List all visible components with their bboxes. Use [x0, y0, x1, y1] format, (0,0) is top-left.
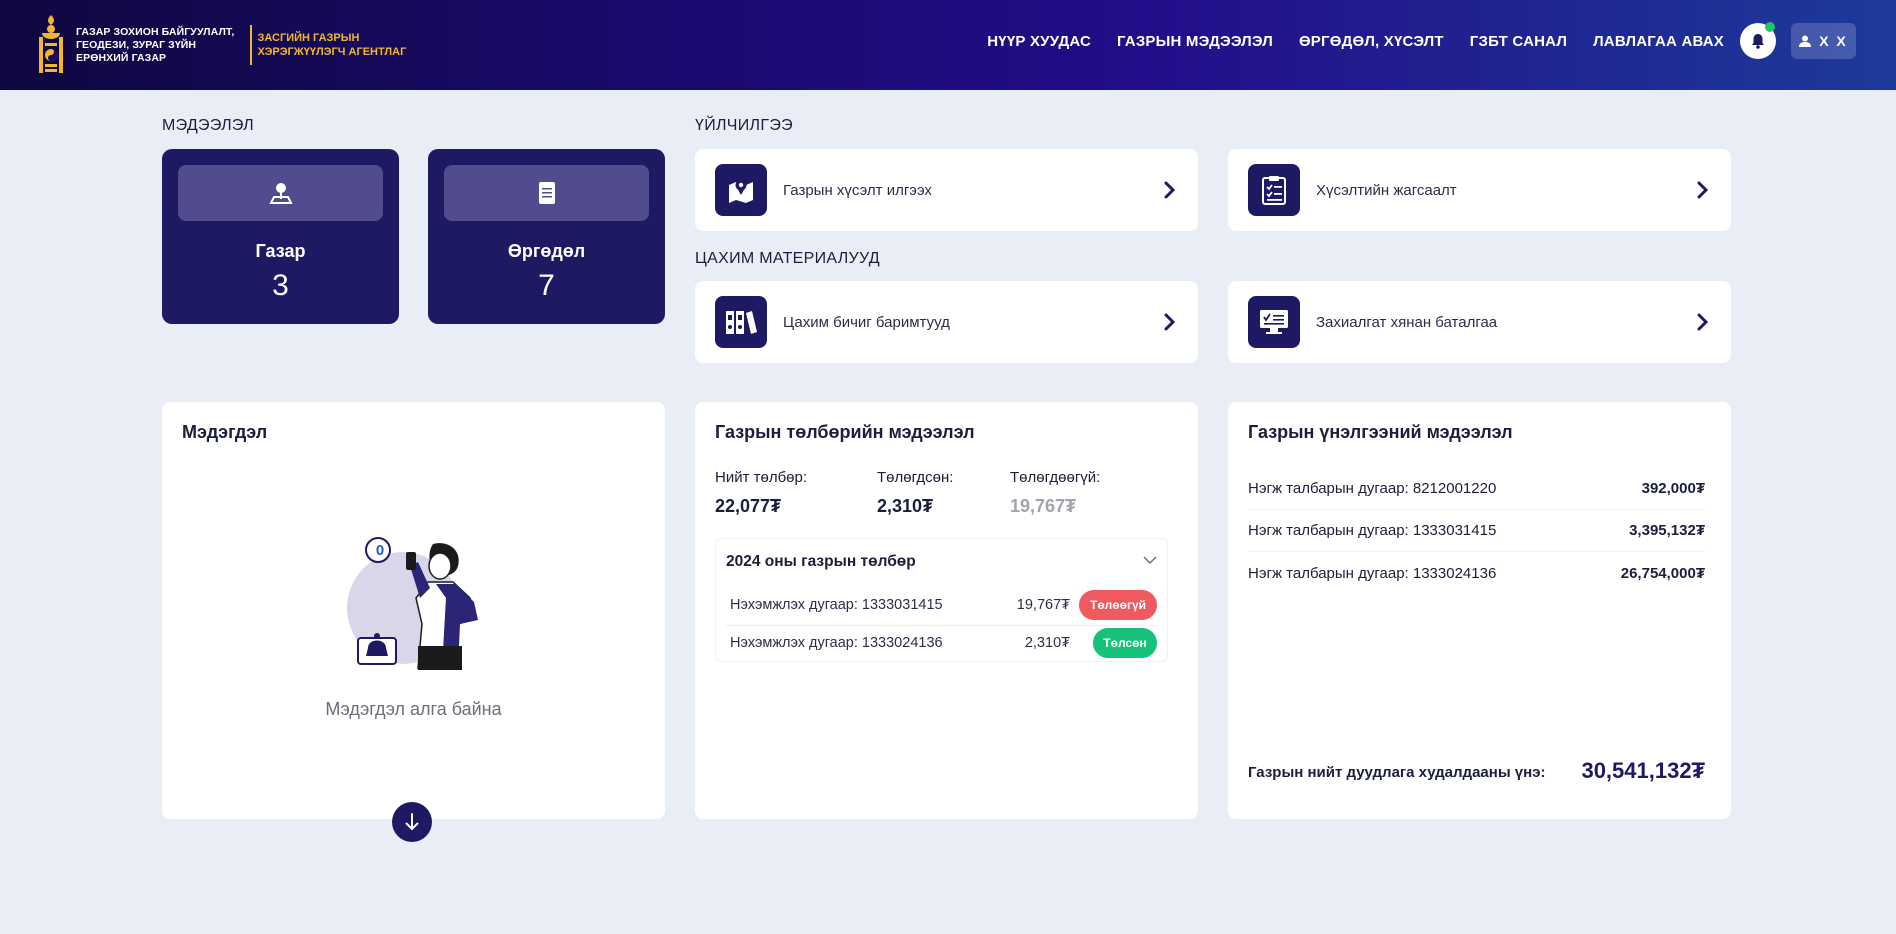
chevron-right-icon: [1164, 181, 1176, 199]
scroll-down-button[interactable]: [392, 802, 432, 842]
notices-title: Мэдэгдэл: [182, 422, 268, 442]
services-section-title: ҮЙЛЧИЛГЭЭ: [695, 117, 793, 134]
nav-proposal[interactable]: ГЗБТ САНАЛ: [1470, 33, 1567, 50]
application-card-value: 7: [538, 269, 555, 302]
payment-paid: Төлөгдсөн: 2,310₮: [877, 469, 953, 517]
service-label: Хүсэлтийн жагсаалт: [1316, 181, 1457, 199]
map-location-icon: [729, 179, 753, 203]
payment-unpaid-value: 19,767₮: [1010, 496, 1077, 516]
chevron-down-icon[interactable]: [1143, 555, 1157, 565]
valuation-row: Нэгж талбарын дугаар: 8212001220 392,000…: [1248, 468, 1705, 510]
arrow-down-icon: [405, 813, 419, 831]
land-count-card[interactable]: Газар 3: [162, 149, 399, 324]
parcel-number: Нэгж талбарын дугаар: 1333031415: [1248, 522, 1497, 539]
accordion-title[interactable]: 2024 оны газрын төлбөр: [726, 553, 916, 571]
parcel-number: Нэгж талбарын дугаар: 8212001220: [1248, 480, 1497, 497]
binders-icon: [726, 311, 757, 334]
notices-panel: Мэдэгдэл 0 Мэдэгдэл алга байна: [162, 402, 665, 819]
notification-dot: [1765, 22, 1775, 32]
main-nav: НҮҮР ХУУДАС ГАЗРЫН МЭДЭЭЛЭЛ ӨРГӨДӨЛ, ХҮС…: [987, 0, 1724, 82]
monitor-check-icon: [1260, 310, 1288, 334]
payment-paid-value: 2,310₮: [877, 496, 934, 516]
land-icon-box: [178, 165, 383, 221]
payment-unpaid: Төлөгдөөгүй: 19,767₮: [1010, 469, 1100, 517]
payment-row: Нэхэмжлэх дугаар: 1333024136 2,310₮ Төлс…: [730, 625, 1157, 661]
payment-row: Нэхэмжлэх дугаар: 1333031415 19,767₮ Төл…: [730, 587, 1157, 623]
brand-subtitle-line: ХЭРЭГЖҮҮЛЭГЧ АГЕНТЛАГ: [257, 46, 407, 58]
user-icon: [1799, 35, 1812, 47]
map-pin-icon: [268, 183, 293, 204]
invoice-amount: 19,767₮: [1016, 597, 1070, 613]
material-label: Захиалгат хянан баталгаа: [1316, 313, 1498, 331]
invoice-number: Нэхэмжлэх дугаар: 1333031415: [730, 597, 943, 613]
top-header: ГАЗАР ЗОХИОН БАЙГУУЛАЛТ, ГЕОДЕЗИ, ЗУРАГ …: [0, 0, 1896, 90]
no-notifications-illustration: [347, 537, 478, 670]
chevron-right-icon: [1697, 313, 1709, 331]
application-count-card[interactable]: Өргөдөл 7: [428, 149, 665, 324]
brand-logo[interactable]: ГАЗАР ЗОХИОН БАЙГУУЛАЛТ, ГЕОДЕЗИ, ЗУРАГ …: [36, 10, 408, 80]
payment-title: Газрын төлбөрийн мэдээлэл: [715, 422, 975, 442]
parcel-price: 26,754,000₮: [1620, 564, 1705, 582]
request-list-item[interactable]: Хүсэлтийн жагсаалт: [1228, 149, 1731, 231]
parcel-price: 3,395,132₮: [1629, 522, 1705, 539]
valuation-row: Нэгж талбарын дугаар: 1333024136 26,754,…: [1248, 552, 1705, 594]
payment-unpaid-label: Төлөгдөөгүй:: [1010, 469, 1101, 486]
valuation-panel: Газрын үнэлгээний мэдээлэл Нэгж талбарын…: [1228, 402, 1731, 819]
send-land-request-item[interactable]: Газрын хүсэлт илгээх: [695, 149, 1198, 231]
parcel-number: Нэгж талбарын дугаар: 1333024136: [1248, 564, 1497, 582]
payment-total-label: Нийт төлбөр:: [715, 469, 808, 486]
land-card-value: 3: [272, 269, 289, 302]
bell-icon: [1752, 34, 1764, 49]
brand-subtitle-line: ЗАСГИЙН ГАЗРЫН: [257, 32, 360, 44]
invoice-number: Нэхэмжлэх дугаар: 1333024136: [730, 635, 943, 651]
soyombo-emblem-icon: [36, 13, 66, 77]
user-menu-button[interactable]: X X: [1791, 23, 1856, 59]
notification-count: 0: [375, 541, 385, 559]
brand-title-line: ЕРӨНХИЙ ГАЗАР: [76, 51, 167, 64]
custom-verification-item[interactable]: Захиалгат хянан баталгаа: [1228, 281, 1731, 363]
materials-section-title: ЦАХИМ МАТЕРИАЛУУД: [695, 250, 880, 267]
status-badge-unpaid: Төлөөгүй: [1079, 590, 1157, 620]
status-badge-paid: Төлсөн: [1093, 628, 1157, 658]
material-icon-box: [1248, 296, 1300, 348]
payment-total-value: 22,077₮: [715, 496, 782, 516]
nav-land-info[interactable]: ГАЗРЫН МЭДЭЭЛЭЛ: [1117, 33, 1273, 50]
invoice-amount: 2,310₮: [1024, 635, 1070, 651]
valuation-total-label: Газрын нийт дуудлага худалдааны үнэ:: [1248, 764, 1546, 781]
user-initials: X X: [1819, 33, 1848, 49]
material-label: Цахим бичиг баримтууд: [783, 313, 950, 331]
valuation-total-value: 30,541,132₮: [1581, 758, 1705, 783]
land-card-label: Газар: [255, 241, 306, 261]
service-icon-box: [1248, 164, 1300, 216]
digital-documents-item[interactable]: Цахим бичиг баримтууд: [695, 281, 1198, 363]
brand-title: ГАЗАР ЗОХИОН БАЙГУУЛАЛТ, ГЕОДЕЗИ, ЗУРАГ …: [76, 26, 246, 65]
application-card-label: Өргөдөл: [507, 241, 586, 261]
nav-home[interactable]: НҮҮР ХУУДАС: [987, 33, 1091, 50]
empty-notices-text: Мэдэгдэл алга байна: [325, 699, 502, 719]
nav-applications[interactable]: ӨРГӨДӨЛ, ХҮСЭЛТ: [1299, 33, 1444, 50]
document-icon: [538, 182, 555, 204]
brand-title-line: ГЕОДЕЗИ, ЗУРАГ ЗҮЙН: [76, 38, 197, 51]
payment-paid-label: Төлөгдсөн:: [877, 469, 954, 486]
brand-subtitle: ЗАСГИЙН ГАЗРЫН ХЭРЭГЖҮҮЛЭГЧ АГЕНТЛАГ: [258, 31, 408, 59]
info-section-title: МЭДЭЭЛЭЛ: [162, 117, 254, 134]
valuation-row: Нэгж талбарын дугаар: 1333031415 3,395,1…: [1248, 510, 1705, 552]
application-icon-box: [444, 165, 649, 221]
chevron-right-icon: [1697, 181, 1709, 199]
nav-reference[interactable]: ЛАВЛАГАА АВАХ: [1593, 33, 1724, 50]
service-label: Газрын хүсэлт илгээх: [783, 181, 932, 199]
service-icon-box: [715, 164, 767, 216]
brand-title-line: ГАЗАР ЗОХИОН БАЙГУУЛАЛТ,: [76, 25, 235, 38]
chevron-right-icon: [1164, 313, 1176, 331]
material-icon-box: [715, 296, 767, 348]
parcel-price: 392,000₮: [1641, 480, 1705, 497]
payment-total: Нийт төлбөр: 22,077₮: [715, 469, 807, 517]
payment-panel: Газрын төлбөрийн мэдээлэл Нийт төлбөр: 2…: [695, 402, 1198, 819]
year-payment-accordion: 2024 оны газрын төлбөр Нэхэмжлэх дугаар:…: [715, 538, 1168, 662]
brand-divider: [250, 25, 252, 65]
notification-button[interactable]: [1740, 22, 1776, 59]
valuation-title: Газрын үнэлгээний мэдээлэл: [1248, 422, 1513, 442]
clipboard-list-icon: [1262, 176, 1286, 205]
